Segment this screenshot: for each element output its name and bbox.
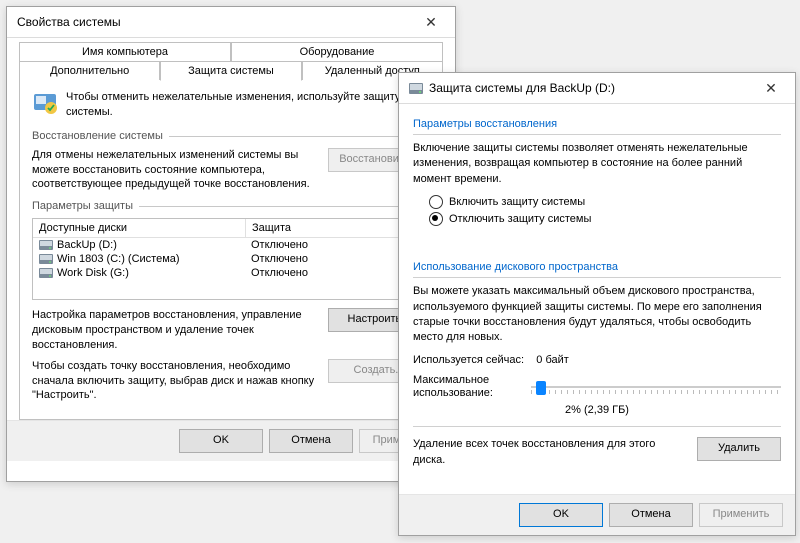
max-usage-slider[interactable]: [531, 377, 781, 397]
drives-header: Доступные диски Защита: [33, 219, 429, 238]
create-description: Чтобы создать точку восстановления, необ…: [32, 359, 318, 404]
radio-enable-protection[interactable]: Включить защиту системы: [429, 195, 781, 209]
apply-button[interactable]: Применить: [699, 503, 783, 527]
disk-paragraph: Вы можете указать максимальный объем дис…: [413, 284, 781, 346]
drive-row[interactable]: BackUp (D:) Отключено: [33, 238, 429, 252]
system-properties-window: Свойства системы ✕ Имя компьютера Оборуд…: [6, 6, 456, 482]
dialog-buttons: OK Отмена Применить: [399, 494, 795, 535]
delete-button[interactable]: Удалить: [697, 437, 781, 461]
shield-icon: [32, 90, 58, 116]
percent-value: 2% (2,39 ГБ): [413, 404, 781, 416]
titlebar[interactable]: Защита системы для BackUp (D:) ✕: [399, 73, 795, 104]
slider-thumb[interactable]: [536, 381, 546, 395]
cancel-button[interactable]: Отмена: [609, 503, 693, 527]
tab-advanced[interactable]: Дополнительно: [19, 61, 160, 80]
radio-icon: [429, 212, 443, 226]
used-value: 0 байт: [536, 354, 569, 366]
hdd-icon: [39, 268, 53, 278]
tab-computer-name[interactable]: Имя компьютера: [19, 42, 231, 61]
drive-row[interactable]: Work Disk (G:) Отключено: [33, 266, 429, 280]
drives-list[interactable]: Доступные диски Защита BackUp (D:) Отклю…: [32, 218, 430, 300]
configure-description: Настройка параметров восстановления, упр…: [32, 308, 318, 353]
max-usage-label: Максимальное использование:: [413, 374, 523, 400]
dialog-buttons: OK Отмена Применить: [7, 420, 455, 461]
intro-text: Чтобы отменить нежелательные изменения, …: [66, 90, 430, 120]
ok-button[interactable]: OK: [179, 429, 263, 453]
restore-section-label: Восстановление системы: [32, 130, 430, 142]
system-protection-drive-window: Защита системы для BackUp (D:) ✕ Парамет…: [398, 72, 796, 536]
tab-content: Чтобы отменить нежелательные изменения, …: [19, 79, 443, 420]
drive-row[interactable]: Win 1803 (C:) (Система) Отключено: [33, 252, 429, 266]
radio-icon: [429, 195, 443, 209]
cancel-button[interactable]: Отмена: [269, 429, 353, 453]
restore-group-label: Параметры восстановления: [413, 118, 781, 130]
used-label: Используется сейчас:: [413, 354, 524, 366]
delete-description: Удаление всех точек восстановления для э…: [413, 437, 687, 468]
hdd-icon: [39, 240, 53, 250]
hdd-icon: [409, 83, 423, 94]
disk-group-label: Использование дискового пространства: [413, 261, 781, 273]
restore-description: Для отмены нежелательных изменений систе…: [32, 148, 318, 193]
tab-hardware[interactable]: Оборудование: [231, 42, 443, 61]
restore-paragraph: Включение защиты системы позволяет отмен…: [413, 141, 781, 187]
radio-disable-protection[interactable]: Отключить защиту системы: [429, 212, 781, 226]
col-drives[interactable]: Доступные диски: [33, 219, 246, 237]
window-title: Защита системы для BackUp (D:): [429, 81, 751, 95]
close-icon[interactable]: ✕: [411, 11, 451, 33]
ok-button[interactable]: OK: [519, 503, 603, 527]
close-icon[interactable]: ✕: [751, 77, 791, 99]
window-title: Свойства системы: [17, 15, 411, 29]
titlebar[interactable]: Свойства системы ✕: [7, 7, 455, 38]
tab-system-protection[interactable]: Защита системы: [160, 61, 301, 81]
protect-section-label: Параметры защиты: [32, 200, 430, 212]
hdd-icon: [39, 254, 53, 264]
